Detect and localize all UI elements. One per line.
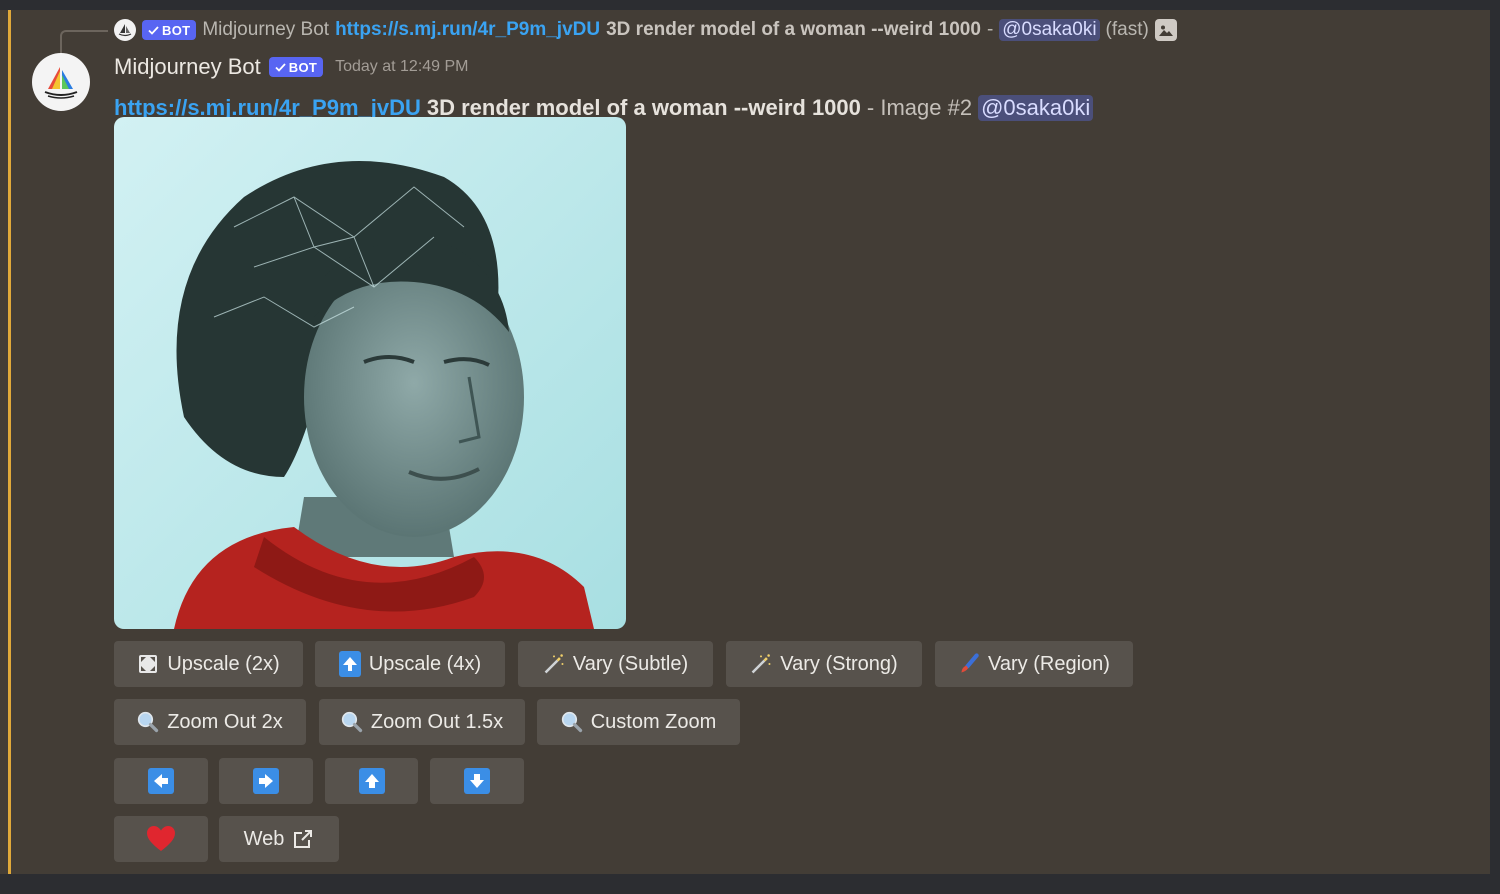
message-container: BOT Midjourney Bot https://s.mj.run/4r_P…	[0, 10, 1490, 874]
upscale-4x-label: Upscale (4x)	[369, 653, 481, 676]
message-mention[interactable]: @0saka0ki	[978, 95, 1093, 121]
pan-right-button[interactable]	[219, 758, 313, 804]
reply-bot-tag: BOT	[142, 20, 196, 40]
expand-icon	[137, 653, 159, 675]
up-arrow-icon	[359, 768, 385, 794]
zoom-out-1-5x-label: Zoom Out 1.5x	[371, 711, 503, 734]
magic-wand-icon	[543, 653, 565, 675]
upscale-2x-label: Upscale (2x)	[167, 653, 279, 676]
vary-strong-button[interactable]: Vary (Strong)	[726, 641, 922, 687]
pan-left-button[interactable]	[114, 758, 208, 804]
reply-bot-tag-label: BOT	[162, 23, 190, 38]
reply-avatar-icon[interactable]	[114, 19, 136, 41]
paintbrush-icon	[958, 653, 980, 675]
magnifier-icon	[341, 711, 363, 733]
check-icon	[148, 26, 159, 35]
magnifier-icon	[137, 711, 159, 733]
pan-up-button[interactable]	[325, 758, 418, 804]
favorite-button[interactable]	[114, 816, 208, 862]
reply-prompt: 3D render model of a woman --weird 1000	[606, 19, 981, 41]
highlight-bar	[8, 10, 11, 874]
reply-separator: -	[987, 19, 993, 41]
vary-subtle-label: Vary (Subtle)	[573, 653, 688, 676]
magnifier-icon	[561, 711, 583, 733]
web-link-button[interactable]: Web	[219, 816, 339, 862]
vary-region-label: Vary (Region)	[988, 653, 1110, 676]
reply-mode: (fast)	[1106, 19, 1149, 41]
author-name[interactable]: Midjourney Bot	[114, 54, 261, 80]
reply-header[interactable]: BOT Midjourney Bot https://s.mj.run/4r_P…	[62, 16, 1177, 44]
generated-image[interactable]	[114, 117, 626, 629]
vary-region-button[interactable]: Vary (Region)	[935, 641, 1133, 687]
zoom-out-1-5x-button[interactable]: Zoom Out 1.5x	[319, 699, 525, 745]
bot-tag: BOT	[269, 57, 323, 77]
image-icon[interactable]	[1155, 19, 1177, 41]
upscale-2x-button[interactable]: Upscale (2x)	[114, 641, 303, 687]
midjourney-logo-icon	[40, 61, 82, 103]
down-arrow-icon	[464, 768, 490, 794]
vary-strong-label: Vary (Strong)	[780, 653, 897, 676]
magic-wand-icon	[750, 653, 772, 675]
right-arrow-icon	[253, 768, 279, 794]
reply-author[interactable]: Midjourney Bot	[202, 19, 329, 41]
reply-link[interactable]: https://s.mj.run/4r_P9m_jvDU	[335, 19, 600, 41]
check-icon	[275, 63, 286, 72]
image-label: - Image #2	[867, 95, 972, 121]
heart-icon	[146, 824, 176, 854]
web-label: Web	[244, 828, 285, 851]
external-link-icon	[292, 828, 314, 850]
left-arrow-icon	[148, 768, 174, 794]
zoom-out-2x-button[interactable]: Zoom Out 2x	[114, 699, 306, 745]
vary-subtle-button[interactable]: Vary (Subtle)	[518, 641, 713, 687]
timestamp: Today at 12:49 PM	[335, 58, 468, 76]
bot-tag-label: BOT	[289, 60, 317, 75]
custom-zoom-label: Custom Zoom	[591, 711, 717, 734]
custom-zoom-button[interactable]: Custom Zoom	[537, 699, 740, 745]
reply-mention[interactable]: @0saka0ki	[999, 19, 1099, 41]
pan-down-button[interactable]	[430, 758, 524, 804]
upload-arrow-icon	[339, 653, 361, 675]
author-row: Midjourney Bot BOT Today at 12:49 PM	[114, 52, 469, 82]
zoom-out-2x-label: Zoom Out 2x	[167, 711, 283, 734]
avatar[interactable]	[32, 53, 90, 111]
upscale-4x-button[interactable]: Upscale (4x)	[315, 641, 505, 687]
